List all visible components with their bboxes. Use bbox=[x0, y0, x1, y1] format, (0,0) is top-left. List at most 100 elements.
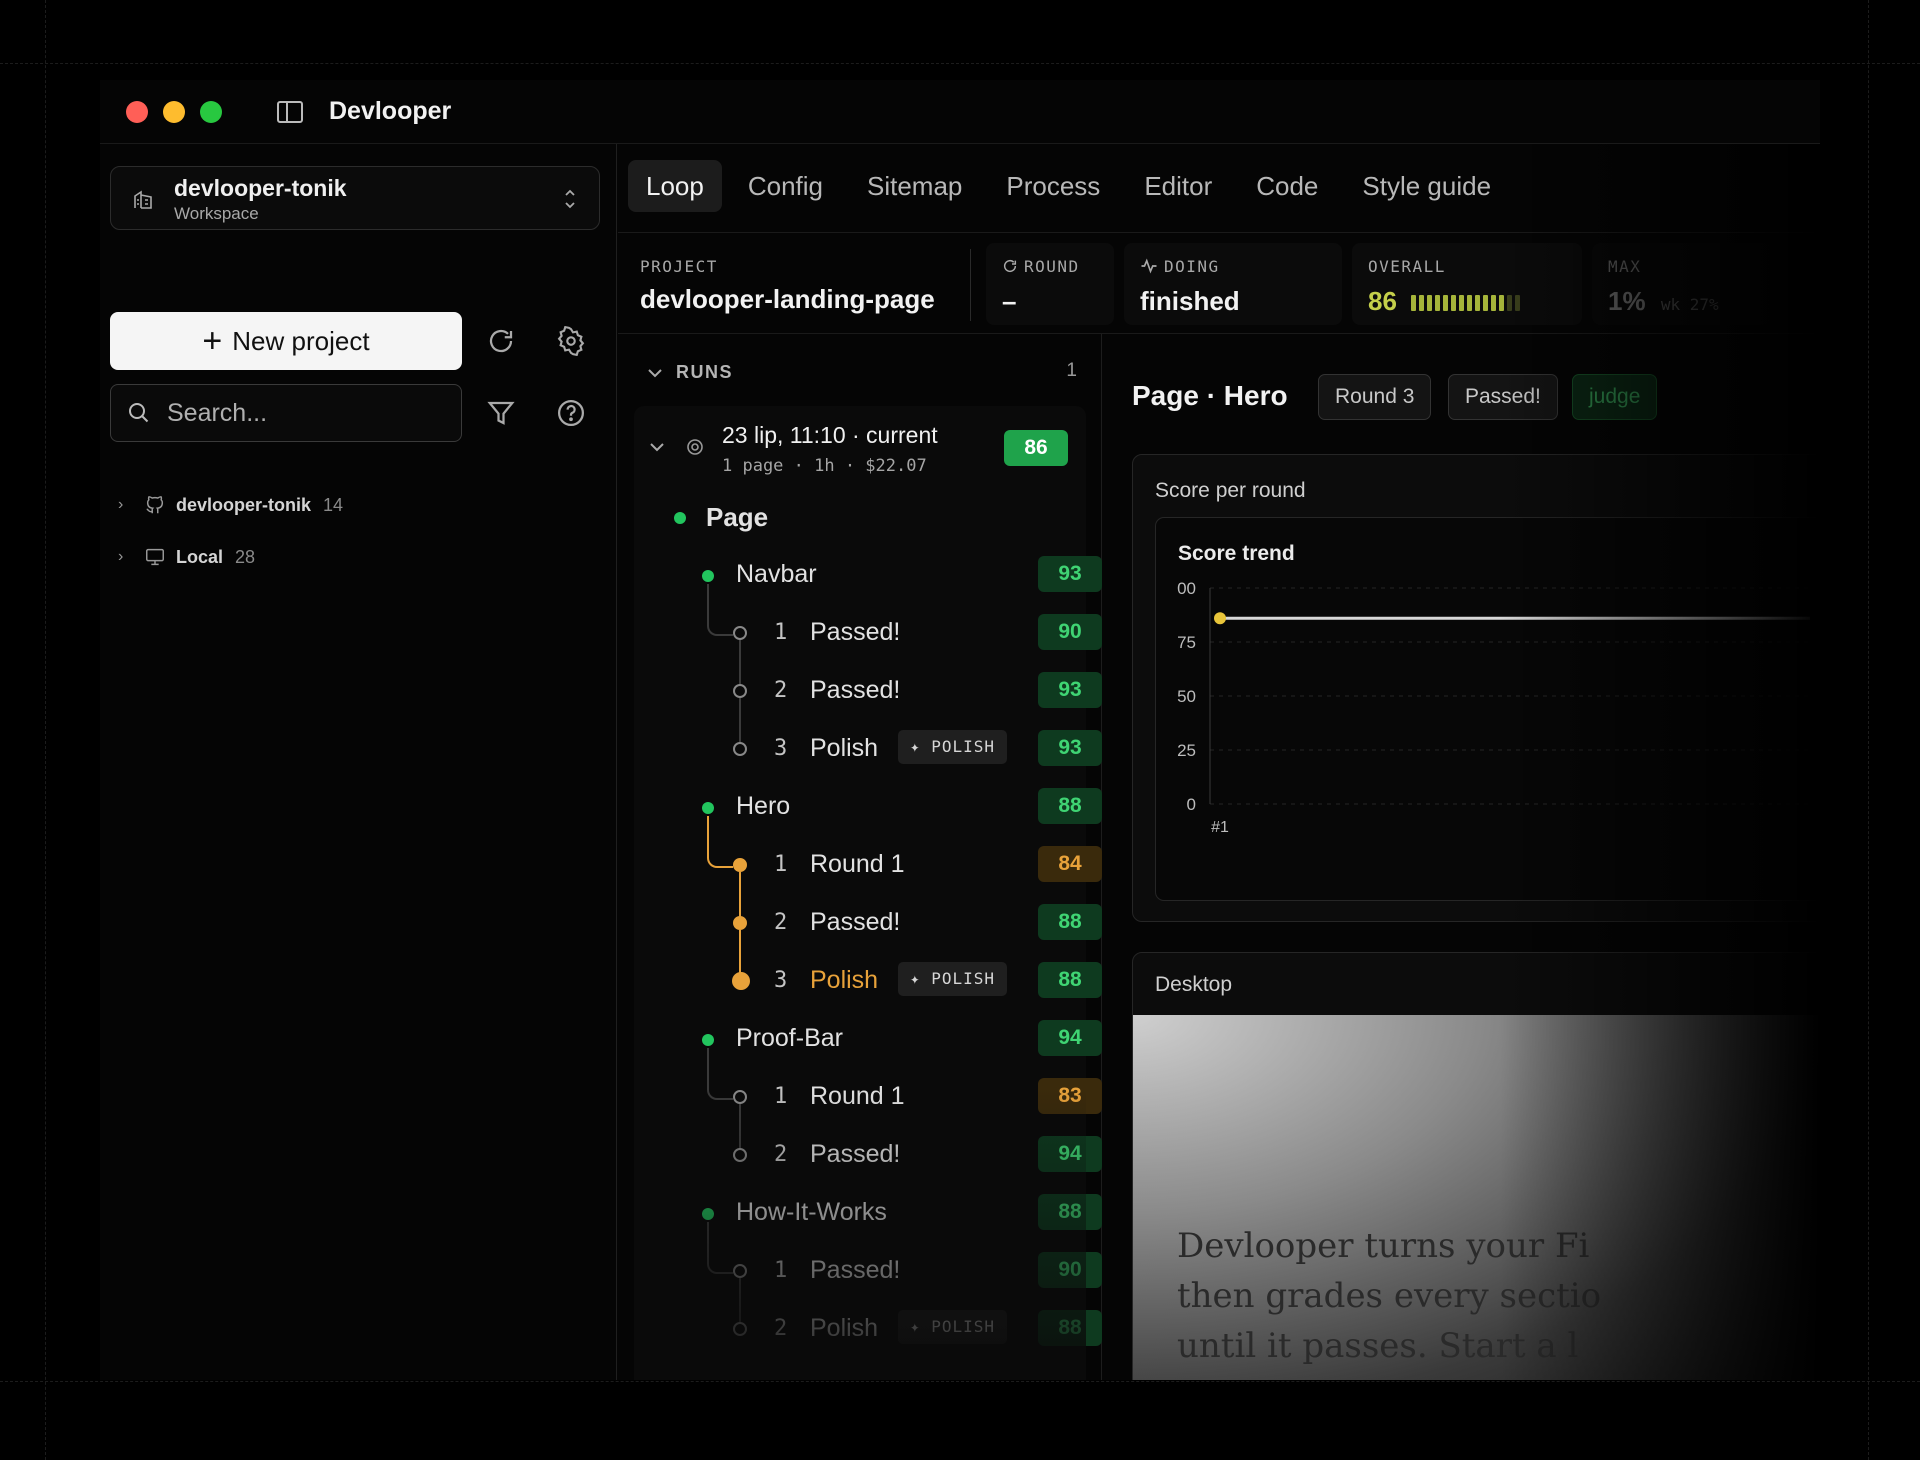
page-label[interactable]: Page bbox=[706, 502, 768, 533]
sidebar-toggle-icon[interactable] bbox=[277, 100, 303, 123]
tab-loop[interactable]: Loop bbox=[628, 160, 722, 212]
workspace-subtitle: Workspace bbox=[174, 204, 259, 223]
round-label[interactable]: Passed! bbox=[810, 618, 900, 647]
detail-panel: Page · Hero Round 3 Passed! judge Score … bbox=[1102, 334, 1820, 1380]
round-chip[interactable]: Round 3 bbox=[1318, 374, 1432, 420]
runs-header[interactable]: RUNS bbox=[646, 362, 733, 383]
section-name[interactable]: Navbar bbox=[736, 560, 817, 589]
round-score-badge: 93 bbox=[1038, 672, 1102, 708]
tab-sitemap[interactable]: Sitemap bbox=[849, 160, 980, 212]
tab-config[interactable]: Config bbox=[730, 160, 841, 212]
tree-connector bbox=[739, 640, 741, 688]
tab-code[interactable]: Code bbox=[1238, 160, 1336, 212]
divider bbox=[970, 249, 971, 321]
section-name[interactable]: Hero bbox=[736, 792, 790, 821]
tree-connector bbox=[707, 1048, 733, 1100]
round-value: – bbox=[1002, 286, 1017, 316]
round-stat: ROUND – bbox=[986, 243, 1114, 325]
monitor-icon bbox=[146, 548, 164, 566]
github-icon bbox=[146, 496, 164, 514]
section-name[interactable]: How-It-Works bbox=[736, 1198, 887, 1227]
tree-connector bbox=[739, 1278, 741, 1326]
round-label[interactable]: Round 1 bbox=[810, 1082, 905, 1111]
chevron-up-down-icon bbox=[565, 189, 575, 209]
x-tick-label: #1 bbox=[1211, 819, 1229, 836]
tree-connector bbox=[739, 872, 741, 920]
round-number: 1 bbox=[774, 852, 788, 877]
runs-panel: RUNS 1 23 lip, 11:10 · current 1 page · … bbox=[618, 334, 1102, 1380]
run-card[interactable]: 23 lip, 11:10 · current 1 page · 1h · $2… bbox=[634, 406, 1102, 1380]
round-number: 3 bbox=[774, 968, 788, 993]
chevron-down-icon[interactable] bbox=[648, 438, 666, 456]
run-meta: 1 page · 1h · $22.07 bbox=[722, 456, 927, 476]
y-tick-label: 25 bbox=[1177, 741, 1196, 760]
help-icon[interactable] bbox=[556, 398, 586, 428]
filter-icon[interactable] bbox=[486, 398, 516, 428]
round-label[interactable]: Round 1 bbox=[810, 850, 905, 879]
minimize-window-button[interactable] bbox=[163, 100, 185, 123]
activity-icon bbox=[1141, 258, 1157, 274]
meter-segment bbox=[1490, 295, 1496, 312]
meter-segment bbox=[1506, 295, 1512, 312]
meter-segment bbox=[1450, 295, 1456, 312]
run-date: 23 lip, 11:10 · current bbox=[722, 422, 938, 448]
building-icon bbox=[134, 190, 152, 209]
workspace-switcher[interactable]: devlooper-tonik Workspace bbox=[110, 166, 600, 230]
round-score-badge: 88 bbox=[1038, 904, 1102, 940]
round-label[interactable]: Polish bbox=[810, 734, 878, 763]
round-score-badge: 88 bbox=[1038, 962, 1102, 998]
runs-count: 1 bbox=[1066, 360, 1077, 381]
score-panel-title: Score per round bbox=[1155, 479, 1306, 502]
meter-segment bbox=[1514, 295, 1520, 312]
status-dot bbox=[702, 802, 714, 814]
round-node-icon bbox=[733, 858, 747, 872]
detail-title: Page · Hero bbox=[1132, 380, 1288, 411]
round-label[interactable]: Passed! bbox=[810, 1256, 900, 1285]
round-label[interactable]: Passed! bbox=[810, 676, 900, 705]
round-label[interactable]: Polish bbox=[810, 966, 878, 995]
close-window-button[interactable] bbox=[126, 100, 148, 123]
judge-chip[interactable]: judge bbox=[1572, 374, 1658, 420]
chevron-right-icon: › bbox=[118, 548, 124, 565]
section-score-badge: 88 bbox=[1038, 1194, 1102, 1230]
doing-stat: DOING finished bbox=[1124, 243, 1342, 325]
tab-editor[interactable]: Editor bbox=[1126, 160, 1230, 212]
score-chart: Score trend 00 75 50 25 0 #1 bbox=[1155, 517, 1820, 901]
new-project-label: New project bbox=[232, 325, 370, 356]
tab-bar: Loop Config Sitemap Process Editor Code … bbox=[628, 160, 1517, 212]
overall-row: 86 bbox=[1368, 286, 1566, 317]
y-tick-label: 50 bbox=[1177, 687, 1196, 706]
tree-connector bbox=[739, 930, 741, 978]
new-project-button[interactable]: + New project bbox=[110, 312, 462, 370]
round-number: 1 bbox=[774, 1258, 788, 1283]
round-label[interactable]: Passed! bbox=[810, 908, 900, 937]
gear-icon[interactable] bbox=[556, 326, 586, 356]
y-tick-label: 00 bbox=[1177, 579, 1196, 598]
meter-segment bbox=[1418, 295, 1424, 312]
tree-item-local[interactable]: › Local 28 bbox=[118, 542, 255, 572]
search-box[interactable] bbox=[110, 384, 462, 442]
maximize-window-button[interactable] bbox=[200, 100, 222, 123]
overall-value: 86 bbox=[1368, 286, 1397, 316]
refresh-icon[interactable] bbox=[486, 326, 516, 356]
tree-item-github[interactable]: › devlooper-tonik 14 bbox=[118, 490, 343, 520]
passed-chip[interactable]: Passed! bbox=[1448, 374, 1558, 420]
tab-style-guide[interactable]: Style guide bbox=[1344, 160, 1509, 212]
section-name[interactable]: Proof-Bar bbox=[736, 1024, 843, 1053]
round-score-badge: 90 bbox=[1038, 1252, 1102, 1288]
round-score-badge: 83 bbox=[1038, 1078, 1102, 1114]
tab-process[interactable]: Process bbox=[988, 160, 1118, 212]
y-tick-label: 75 bbox=[1177, 633, 1196, 652]
round-number: 1 bbox=[774, 1084, 788, 1109]
app-title: Devlooper bbox=[329, 97, 452, 125]
section-score-badge: 88 bbox=[1038, 788, 1102, 824]
round-score-badge: 88 bbox=[1038, 1310, 1102, 1346]
preview-line: then grades every sectio bbox=[1177, 1276, 1602, 1316]
status-bar: PROJECT devlooper-landing-page ROUND – D… bbox=[618, 232, 1820, 334]
round-label[interactable]: Passed! bbox=[810, 1140, 900, 1169]
search-input[interactable] bbox=[167, 398, 447, 428]
round-label[interactable]: Polish bbox=[810, 1314, 878, 1343]
preview-text: Devlooper turns your Fi then grades ever… bbox=[1177, 1221, 1817, 1371]
polish-tag: ✦ POLISH bbox=[898, 1310, 1008, 1344]
max-row: 1% wk 27% bbox=[1608, 286, 1756, 317]
